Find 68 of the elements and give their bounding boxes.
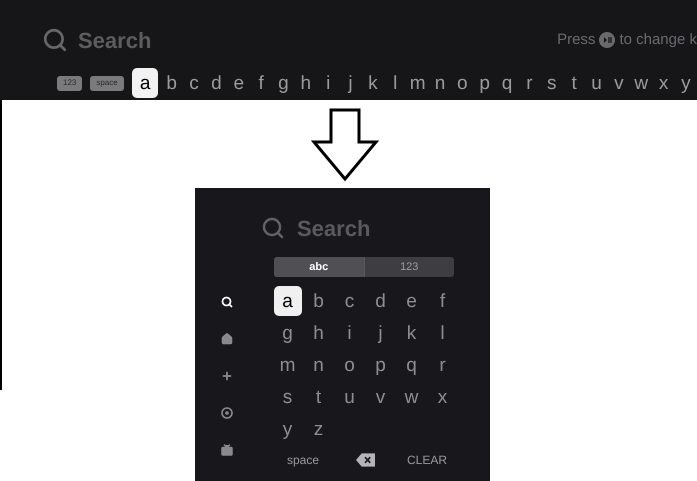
home-icon[interactable] — [221, 333, 233, 345]
keyboard-action[interactable]: space — [286, 451, 320, 469]
letter-key[interactable]: f — [250, 68, 272, 98]
play-pause-icon — [599, 32, 616, 48]
ball-icon[interactable] — [221, 407, 233, 419]
tv-icon[interactable] — [221, 444, 233, 456]
letter-key[interactable]: m — [406, 68, 429, 98]
letter-key[interactable]: r — [439, 356, 446, 374]
letter-key[interactable]: z — [314, 420, 324, 438]
letter-key[interactable]: q — [406, 356, 417, 374]
letter-key[interactable]: k — [362, 68, 384, 98]
letter-key[interactable]: b — [313, 292, 324, 310]
letter-key[interactable]: a — [274, 286, 302, 316]
letter-key[interactable]: w — [404, 388, 418, 406]
letter-key[interactable]: s — [540, 68, 563, 98]
letter-key[interactable]: e — [228, 68, 250, 98]
letter-key[interactable]: v — [376, 388, 386, 406]
letter-key[interactable]: p — [375, 356, 386, 374]
letter-key[interactable]: e — [406, 292, 417, 310]
hint-text: to change k — [619, 30, 697, 50]
letter-key[interactable]: q — [496, 68, 518, 98]
plus-icon[interactable] — [221, 370, 233, 382]
letter-key[interactable]: y — [674, 68, 697, 98]
letter-key[interactable]: g — [272, 68, 295, 98]
letter-key[interactable]: u — [585, 68, 608, 98]
letter-key[interactable]: g — [282, 324, 293, 342]
mode-key[interactable]: 123 — [57, 76, 82, 90]
mode-key[interactable]: space — [90, 76, 124, 90]
letter-key[interactable]: v — [608, 68, 630, 98]
backspace-icon[interactable] — [356, 453, 374, 467]
letter-key[interactable]: k — [406, 324, 416, 342]
letter-key[interactable]: y — [282, 420, 292, 438]
letter-key[interactable]: m — [280, 356, 296, 374]
letter-key[interactable]: j — [378, 324, 383, 342]
letter-key[interactable]: h — [313, 324, 324, 342]
letter-key[interactable]: l — [440, 324, 445, 342]
letter-key[interactable]: w — [630, 68, 652, 98]
search-icon[interactable] — [221, 296, 233, 308]
letter-key[interactable]: s — [282, 388, 292, 406]
letter-key[interactable]: n — [313, 356, 324, 374]
hint-text: Press — [557, 30, 596, 50]
letter-key[interactable]: t — [562, 68, 586, 98]
letter-key[interactable]: i — [317, 68, 340, 98]
letter-key[interactable]: b — [160, 68, 183, 98]
letter-key[interactable]: a — [132, 68, 158, 98]
letter-key[interactable]: j — [339, 68, 362, 98]
letter-key[interactable]: x — [438, 388, 448, 406]
letter-key[interactable]: i — [347, 324, 352, 342]
letter-key[interactable]: o — [344, 356, 355, 374]
letter-key[interactable]: r — [518, 68, 541, 98]
letter-key[interactable]: l — [384, 68, 406, 98]
keyboard-action[interactable]: CLEAR — [406, 451, 447, 469]
letter-key[interactable]: p — [474, 68, 496, 98]
letter-key[interactable]: o — [451, 68, 474, 98]
letter-key[interactable]: d — [375, 292, 386, 310]
letter-key[interactable]: u — [344, 388, 355, 406]
letter-key[interactable]: t — [316, 388, 322, 406]
mode-tab[interactable]: abc — [274, 257, 364, 277]
search-icon — [261, 216, 285, 240]
letter-key[interactable]: c — [182, 68, 206, 98]
letter-key[interactable]: c — [344, 292, 354, 310]
search-icon — [42, 27, 68, 53]
mode-tab[interactable]: 123 — [364, 257, 454, 277]
letter-key[interactable]: d — [205, 68, 228, 98]
letter-key[interactable]: h — [294, 68, 317, 98]
letter-key[interactable]: f — [440, 292, 446, 310]
letter-key[interactable]: n — [428, 68, 452, 98]
letter-key[interactable]: x — [652, 68, 675, 98]
